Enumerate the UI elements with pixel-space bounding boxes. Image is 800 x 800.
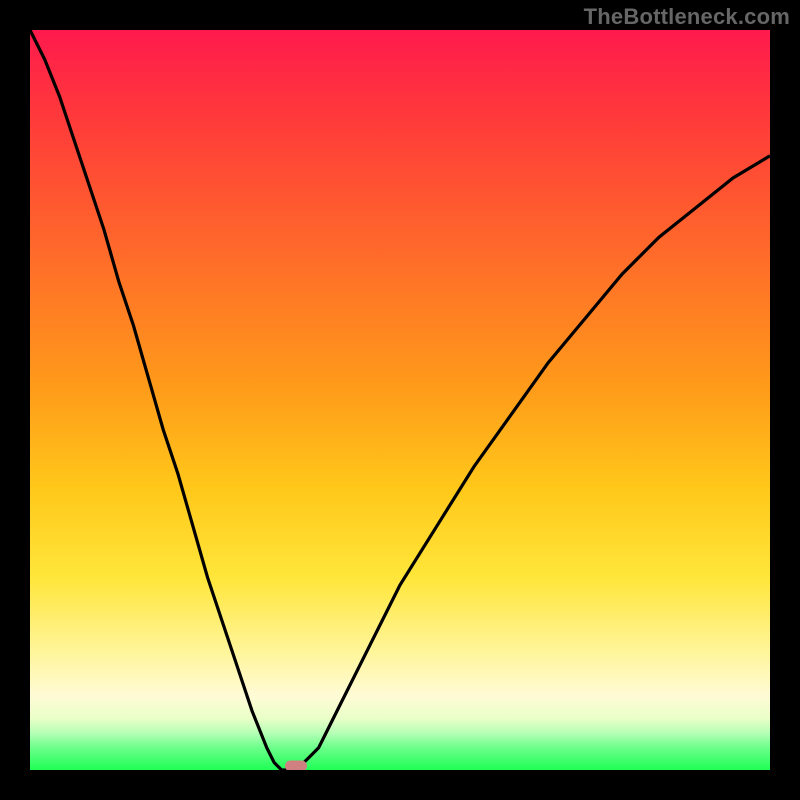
plot-area: [30, 30, 770, 770]
bottleneck-curve: [30, 30, 770, 770]
curve-path: [30, 30, 770, 770]
optimum-marker: [285, 761, 307, 771]
chart-frame: TheBottleneck.com: [0, 0, 800, 800]
watermark-text: TheBottleneck.com: [584, 4, 790, 30]
